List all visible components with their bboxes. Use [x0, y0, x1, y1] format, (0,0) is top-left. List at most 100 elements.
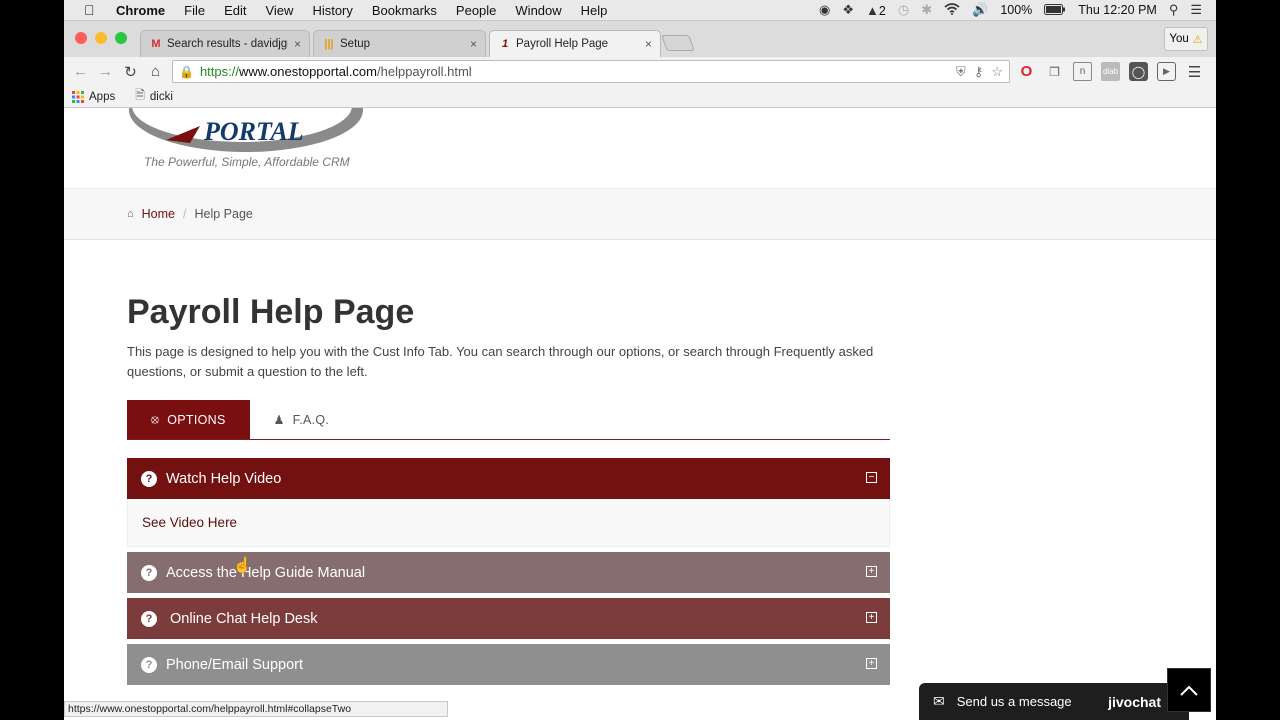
- tab-options[interactable]: ⦻ OPTIONS: [127, 400, 250, 439]
- apps-grid-icon: [72, 90, 84, 103]
- zoom-window-button[interactable]: [115, 32, 127, 44]
- user-icon: ♟: [273, 412, 285, 427]
- apple-icon[interactable]: : [84, 2, 100, 18]
- new-tab-button[interactable]: [661, 35, 695, 51]
- chrome-menu-icon[interactable]: ☰: [1185, 62, 1204, 81]
- question-circle-icon: ?: [141, 470, 157, 487]
- accordion-phone-email-support[interactable]: ? Phone/Email Support +: [127, 644, 890, 685]
- web-page: PORTAL The Powerful, Simple, Affordable …: [64, 108, 1216, 720]
- menu-people[interactable]: People: [456, 3, 496, 18]
- menu-help[interactable]: Help: [581, 3, 608, 18]
- home-icon: ⌂: [127, 208, 134, 220]
- expand-plus-icon[interactable]: +: [866, 658, 877, 669]
- bookmarks-bar: Apps 🗎 dicki: [64, 86, 1216, 108]
- extension-copy-icon[interactable]: ❐: [1045, 62, 1064, 81]
- notification-center-icon[interactable]: ☰: [1190, 2, 1202, 18]
- extension-dlab-icon[interactable]: dlab: [1101, 62, 1120, 81]
- onestopportal-logo[interactable]: PORTAL: [126, 108, 366, 155]
- close-tab-icon[interactable]: ×: [645, 37, 652, 51]
- close-tab-icon[interactable]: ×: [470, 37, 477, 51]
- tab-title: Search results - davidjgrav: [167, 38, 288, 50]
- chat-label: Send us a message: [956, 694, 1072, 709]
- jivochat-widget[interactable]: ✉ Send us a message jivochat: [919, 683, 1189, 720]
- see-video-link[interactable]: See Video Here: [142, 515, 237, 530]
- profile-button[interactable]: You ⚠: [1164, 27, 1208, 51]
- battery-percent: 100%: [1000, 3, 1033, 17]
- reload-icon[interactable]: ↻: [118, 63, 143, 81]
- address-bar[interactable]: 🔒 https:// www.onestopportal.com /helppa…: [172, 60, 1010, 83]
- browser-toolbar: ← → ↻ ⌂ 🔒 https:// www.onestopportal.com…: [64, 57, 1216, 86]
- home-icon[interactable]: ⌂: [143, 63, 168, 80]
- breadcrumb-current: Help Page: [194, 207, 253, 221]
- forward-arrow-icon[interactable]: →: [93, 63, 118, 80]
- menu-bookmarks[interactable]: Bookmarks: [372, 3, 437, 18]
- bluetooth-icon[interactable]: ✱: [921, 2, 932, 18]
- bookmark-dicki[interactable]: 🗎 dicki: [135, 86, 173, 107]
- setup-icon: |||: [324, 38, 334, 50]
- record-icon[interactable]: ◉: [819, 2, 830, 18]
- address-bar-actions: ⛨ ⚷ ☆: [956, 64, 1009, 80]
- question-circle-icon: ?: [141, 656, 157, 673]
- envelope-icon: ✉: [933, 693, 945, 709]
- menu-window[interactable]: Window: [515, 3, 561, 18]
- lifebuoy-icon: ⦻: [151, 412, 160, 426]
- expand-plus-icon[interactable]: +: [866, 566, 877, 577]
- window-controls: [75, 32, 127, 44]
- back-arrow-icon[interactable]: ←: [68, 63, 93, 80]
- minimize-window-button[interactable]: [95, 32, 107, 44]
- accordion-online-chat-help-desk[interactable]: ? Online Chat Help Desk +: [127, 598, 890, 639]
- opera-icon[interactable]: O: [1017, 62, 1036, 81]
- menu-app-name[interactable]: Chrome: [116, 3, 165, 18]
- volume-icon[interactable]: 🔊: [972, 2, 988, 18]
- expand-plus-icon[interactable]: +: [866, 612, 877, 623]
- extension-n-icon[interactable]: n: [1073, 62, 1092, 81]
- close-window-button[interactable]: [75, 32, 87, 44]
- collapse-minus-icon[interactable]: −: [866, 472, 877, 483]
- extension-bubble-icon[interactable]: ◯: [1129, 62, 1148, 81]
- accordion-panel-body: See Video Here: [127, 499, 890, 547]
- browser-tab-setup[interactable]: ||| Setup ×: [313, 30, 486, 57]
- spotlight-search-icon[interactable]: ⚲: [1169, 2, 1179, 18]
- adobe-status[interactable]: ▲2: [866, 3, 886, 18]
- question-circle-icon: ?: [141, 610, 157, 627]
- breadcrumb-separator: /: [183, 207, 187, 221]
- page-intro: This page is designed to help you with t…: [127, 344, 874, 379]
- key-icon[interactable]: ⚷: [974, 64, 984, 80]
- close-tab-icon[interactable]: ×: [294, 37, 301, 51]
- breadcrumb: ⌂ Home / Help Page: [64, 188, 1216, 240]
- bookmark-apps[interactable]: Apps: [72, 90, 116, 103]
- battery-icon[interactable]: [1044, 3, 1066, 18]
- adobe-count: 2: [878, 3, 886, 18]
- scroll-to-top-button[interactable]: [1167, 668, 1211, 712]
- menu-edit[interactable]: Edit: [224, 3, 246, 18]
- lock-icon: 🔒: [179, 64, 194, 79]
- content-tabs: ⦻ OPTIONS ♟ F.A.Q.: [127, 400, 890, 440]
- tab-strip: M Search results - davidjgrav × ||| Setu…: [64, 21, 1216, 57]
- browser-tab-payroll-help[interactable]: 1 Payroll Help Page ×: [489, 30, 661, 57]
- tab-label: OPTIONS: [167, 412, 226, 427]
- bookmark-label: Apps: [89, 90, 116, 103]
- wifi-icon[interactable]: [944, 2, 960, 18]
- tab-faq[interactable]: ♟ F.A.Q.: [250, 400, 354, 439]
- url-host: www.onestopportal.com: [238, 64, 377, 79]
- extension-play-icon[interactable]: ▶: [1157, 62, 1176, 81]
- menu-view[interactable]: View: [265, 3, 293, 18]
- shield-icon[interactable]: ⛨: [956, 64, 966, 80]
- question-circle-icon: ?: [141, 564, 157, 581]
- link-status-bar: https://www.onestopportal.com/helppayrol…: [64, 701, 448, 717]
- menu-history[interactable]: History: [312, 3, 352, 18]
- bookmark-star-icon[interactable]: ☆: [991, 64, 1003, 80]
- time-machine-icon[interactable]: ◷: [898, 2, 909, 18]
- browser-chrome: M Search results - davidjgrav × ||| Setu…: [64, 21, 1216, 108]
- mac-menubar:  Chrome File Edit View History Bookmark…: [64, 0, 1216, 21]
- hand-cursor-icon: ☝: [233, 557, 252, 574]
- menu-file[interactable]: File: [184, 3, 205, 18]
- breadcrumb-home-link[interactable]: Home: [142, 207, 175, 221]
- accordion-watch-help-video[interactable]: ? Watch Help Video −: [127, 458, 890, 499]
- browser-tab-gmail[interactable]: M Search results - davidjgrav ×: [140, 30, 310, 57]
- dropbox-icon[interactable]: ❖: [842, 2, 854, 18]
- menubar-clock[interactable]: Thu 12:20 PM: [1078, 3, 1157, 17]
- url-path: /helppayroll.html: [377, 64, 472, 79]
- profile-label: You: [1169, 33, 1189, 45]
- adobe-icon: ▲: [866, 2, 879, 18]
